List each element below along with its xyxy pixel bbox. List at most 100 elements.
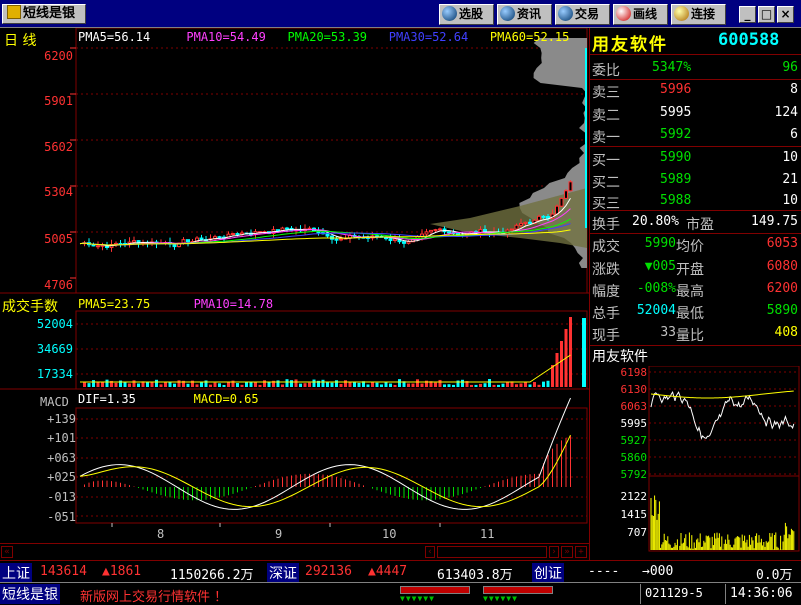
volume-bar — [389, 383, 392, 387]
volume-bar — [456, 380, 460, 387]
candle-body — [402, 241, 406, 244]
ma60-label: PMA60=52.15 — [489, 30, 570, 44]
volume-bar — [308, 382, 311, 387]
ma20-label: PMA20=53.39 — [287, 30, 368, 44]
volume-bar — [294, 379, 298, 387]
volume-bar — [105, 379, 109, 387]
minimize-button[interactable]: _ — [739, 6, 756, 23]
globe-icon — [558, 6, 573, 21]
candle-body — [523, 221, 528, 224]
cy-index-value: ---- — [588, 564, 620, 579]
macd-tick: +139 — [47, 412, 76, 426]
volume-bar — [569, 317, 572, 387]
candle-body — [388, 238, 393, 242]
sz-index-label[interactable]: 深证 — [267, 563, 299, 583]
bid-row[interactable]: 买三 5988 10 — [590, 192, 801, 212]
volume-bar — [96, 382, 100, 387]
connect-button[interactable]: 连接 — [671, 4, 726, 25]
bid-row[interactable]: 买二 5989 21 — [590, 171, 801, 191]
ask-row[interactable]: 卖二 5995 124 — [590, 104, 801, 124]
volume-bar — [452, 384, 455, 387]
candle-body — [537, 215, 541, 221]
ask-row[interactable]: 卖一 5992 6 — [590, 126, 801, 146]
y-tick: 6200 — [44, 49, 73, 63]
status-app-label[interactable]: 短线是银 — [0, 584, 60, 604]
scroll-thumb[interactable] — [437, 546, 547, 558]
scroll-right-button[interactable]: » — [561, 546, 573, 558]
volume-bar — [164, 382, 167, 387]
candle-body — [429, 229, 433, 233]
volume-bar — [366, 384, 370, 387]
volume-bar — [123, 382, 127, 387]
volume-bar — [159, 384, 163, 387]
volume-bar — [321, 379, 325, 387]
vol-tick: 34669 — [36, 342, 73, 356]
status-date: 021129-5 — [640, 584, 706, 604]
x-tick: 9 — [275, 527, 283, 541]
zoom-button[interactable]: + — [575, 546, 587, 558]
volume-bar — [533, 382, 536, 387]
candle-body — [541, 215, 546, 218]
sh-index-change: ▲1861 — [102, 564, 142, 579]
draw-line-button[interactable]: 画线 — [613, 4, 668, 25]
candle-body — [438, 228, 442, 231]
volume-bar — [371, 382, 374, 387]
candle-body — [172, 243, 177, 248]
scroll-left-button[interactable]: « — [1, 546, 13, 558]
volume-bar — [470, 384, 473, 387]
volume-bar — [236, 383, 239, 387]
candle-body — [334, 238, 339, 241]
volume-bar — [582, 318, 586, 387]
cy-index-label[interactable]: 创证 — [532, 563, 564, 583]
candle-body — [307, 227, 312, 230]
volume-bar — [267, 382, 271, 387]
news-button[interactable]: 资讯 — [497, 4, 552, 25]
mini-price-line — [650, 390, 795, 440]
mini-chart-title: 用友软件 — [592, 349, 648, 365]
ma-legend: PMA5=56.14 PMA10=54.49 PMA20=53.39 PMA30… — [78, 30, 569, 44]
index-bar: 上证 143614 ▲1861 1150266.2万 深证 292136 ▲44… — [0, 560, 801, 583]
close-button[interactable]: × — [777, 6, 794, 23]
volume-bar — [326, 382, 329, 387]
mini-price-tick: 6130 — [621, 383, 648, 396]
scroll-right-step-button[interactable]: › — [549, 546, 559, 558]
connect-icon — [674, 6, 689, 21]
volume-bar — [114, 382, 118, 387]
candle-body — [217, 236, 222, 239]
volume-bar — [357, 382, 361, 387]
volume-title: 成交手数 — [2, 299, 58, 315]
volume-bar — [393, 384, 397, 387]
maximize-button[interactable]: □ — [758, 6, 775, 23]
mini-vol-tick: 1415 — [621, 508, 648, 521]
volume-bar — [299, 383, 302, 387]
ask-row[interactable]: 卖三 5996 8 — [590, 81, 801, 101]
volume-bar — [438, 379, 442, 387]
vol-tick: 17334 — [36, 367, 73, 381]
scroll-left-step-button[interactable]: ‹ — [425, 546, 435, 558]
bid-row[interactable]: 买一 5990 10 — [590, 149, 801, 169]
app-menu-button[interactable]: 短线是银 — [2, 4, 86, 24]
stock-picker-button[interactable]: 选股 — [439, 4, 494, 25]
sh-index-label[interactable]: 上证 — [0, 563, 32, 583]
title-bar: 短线是银 选股 资讯 交易 画线 连接 _ □ × — [0, 0, 801, 28]
sz-index-amount: 613403.8万 — [437, 568, 513, 583]
status-time: 14:36:06 — [725, 584, 796, 604]
volume-bar — [461, 379, 464, 387]
volume-bar — [87, 383, 91, 387]
chart-canvas[interactable] — [0, 28, 589, 560]
mini-price-tick: 6198 — [621, 366, 648, 379]
candle-body — [447, 231, 451, 234]
status-bar: 短线是银 新版网上交易行情软件 ！ ▼▼▼▼▼▼ ▼▼▼▼▼▼ 021129-5… — [0, 582, 801, 605]
mini-price-tick: 6063 — [621, 400, 648, 413]
macd-tick: -013 — [47, 490, 76, 504]
volume-bar — [186, 383, 190, 387]
volume-bar — [209, 384, 212, 387]
volume-bar — [546, 380, 550, 387]
chart-scrollbar[interactable]: « ‹ › » + — [0, 543, 589, 559]
candle-body — [285, 227, 289, 230]
sz-trend-bar — [483, 586, 553, 594]
volume-bar — [416, 379, 419, 387]
mini-intraday-chart[interactable]: 6198 6130 6063 5995 5927 5860 5792 2122 1415 707 — [589, 366, 801, 559]
x-tick: 11 — [480, 527, 495, 541]
trade-button[interactable]: 交易 — [555, 4, 610, 25]
